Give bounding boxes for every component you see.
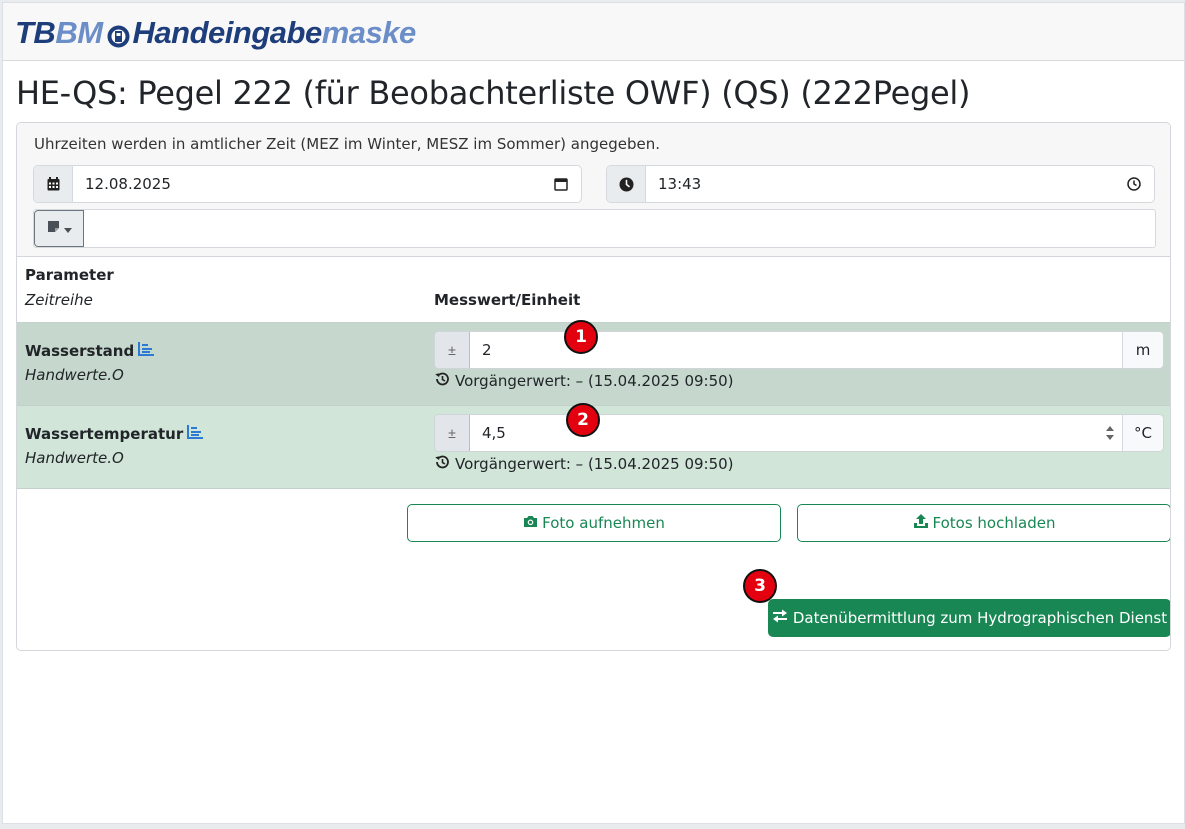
- previous-value: Vorgängerwert: – (15.04.2025 09:50): [434, 454, 734, 474]
- calendar-icon: [34, 166, 73, 202]
- history-icon: [434, 371, 450, 391]
- time-input-group: 13:43: [606, 165, 1155, 203]
- column-parameter: Parameter: [25, 266, 114, 284]
- column-series: Zeitreihe: [25, 291, 93, 309]
- marker-badge-1: 1: [564, 320, 598, 354]
- marker-badge-3: 3: [743, 569, 777, 603]
- logo-text-tb: TB: [15, 15, 56, 50]
- spin-down-icon[interactable]: [1106, 435, 1114, 440]
- sign-toggle-button[interactable]: ±: [435, 332, 470, 368]
- app-logo[interactable]: TB BM Handeingabe maske: [15, 15, 416, 51]
- number-spinner[interactable]: [1098, 415, 1122, 451]
- submit-label: Datenübermittlung zum Hydrographischen D…: [792, 609, 1168, 627]
- column-value: Messwert/Einheit: [434, 291, 581, 309]
- sticky-note-icon: [47, 220, 60, 238]
- page-title: HE-QS: Pegel 222 (für Beobachterliste OW…: [16, 74, 971, 112]
- unit-label: m: [1122, 332, 1163, 368]
- upload-icon: [913, 513, 929, 533]
- history-icon: [434, 454, 450, 474]
- date-field[interactable]: 12.08.2025: [73, 166, 541, 202]
- caret-down-icon: [63, 220, 72, 238]
- unit-label: °C: [1122, 415, 1163, 451]
- take-photo-label: Foto aufnehmen: [542, 514, 665, 532]
- form-header: Uhrzeiten werden in amtlicher Zeit (MEZ …: [17, 123, 1170, 257]
- previous-value-text: Vorgängerwert: – (15.04.2025 09:50): [455, 455, 734, 473]
- time-field[interactable]: 13:43: [646, 166, 1114, 202]
- upload-photos-label: Fotos hochladen: [932, 514, 1056, 532]
- exchange-arrows-icon: [772, 609, 788, 627]
- date-picker-icon[interactable]: [541, 166, 581, 202]
- app-window: TB BM Handeingabe maske HE-QS: Pegel 222 (…: [2, 2, 1185, 824]
- previous-value: Vorgängerwert: – (15.04.2025 09:50): [434, 371, 734, 391]
- value-input-group: ± 2 m: [434, 331, 1164, 369]
- upload-photos-button[interactable]: Fotos hochladen: [797, 504, 1170, 542]
- logo-globe-icon: [106, 21, 131, 47]
- parameter-label: Wasserstand: [25, 342, 135, 360]
- entry-form-card: Uhrzeiten werden in amtlicher Zeit (MEZ …: [16, 122, 1171, 651]
- take-photo-button[interactable]: Foto aufnehmen: [407, 504, 781, 542]
- parameter-name: Wassertemperatur: [25, 425, 204, 443]
- marker-badge-2: 2: [566, 403, 600, 437]
- parameter-name: Wasserstand: [25, 342, 155, 360]
- previous-value-text: Vorgängerwert: – (15.04.2025 09:50): [455, 372, 734, 390]
- clock-icon: [607, 166, 646, 202]
- submit-data-button[interactable]: Datenübermittlung zum Hydrographischen D…: [768, 599, 1170, 637]
- value-input[interactable]: 4,5: [470, 415, 1098, 451]
- value-input-group: ± 4,5 °C: [434, 414, 1164, 452]
- time-picker-icon[interactable]: [1114, 166, 1154, 202]
- parameter-series: Handwerte.O: [25, 449, 124, 467]
- camera-icon: [523, 514, 538, 532]
- sign-toggle-button[interactable]: ±: [435, 415, 470, 451]
- logo-text-bm: BM: [55, 15, 103, 50]
- logo-text-maske: maske: [321, 15, 417, 50]
- spin-up-icon[interactable]: [1106, 426, 1114, 431]
- date-input-group: 12.08.2025: [33, 165, 582, 203]
- note-dropdown-button[interactable]: [34, 210, 84, 247]
- top-bar: TB BM Handeingabe maske: [3, 3, 1184, 61]
- parameter-series: Handwerte.O: [25, 366, 124, 384]
- chart-bar-icon[interactable]: [187, 425, 204, 443]
- chart-bar-icon[interactable]: [138, 342, 155, 360]
- parameter-table-header: Parameter Zeitreihe Messwert/Einheit: [17, 257, 1170, 322]
- timezone-notice: Uhrzeiten werden in amtlicher Zeit (MEZ …: [34, 135, 660, 153]
- note-input-group: [33, 209, 1156, 248]
- logo-text-handeingabe: Handeingabe: [132, 15, 323, 50]
- parameter-label: Wassertemperatur: [25, 425, 184, 443]
